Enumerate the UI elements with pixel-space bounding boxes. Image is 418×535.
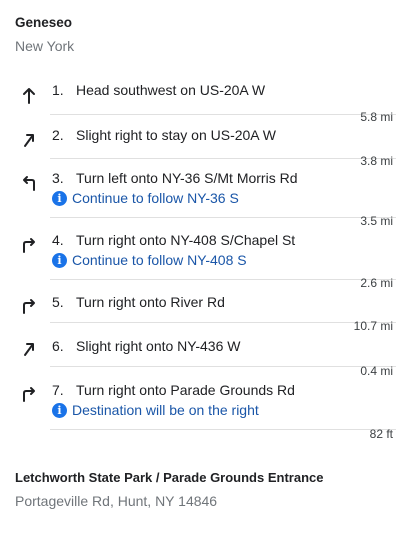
- direction-step[interactable]: 5. Turn right onto River Rd 10.7 mi: [0, 292, 418, 338]
- step-instruction: 4. Turn right onto NY-408 S/Chapel St: [52, 230, 398, 250]
- turn-right-icon: [18, 234, 40, 256]
- step-note-text: Destination will be on the right: [72, 402, 259, 418]
- origin-region: New York: [15, 38, 75, 54]
- direction-step[interactable]: 3. Turn left onto NY-36 S/Mt Morris Rd iC…: [0, 168, 418, 230]
- turn-right-icon: [18, 295, 40, 317]
- direction-step[interactable]: 7. Turn right onto Parade Grounds Rd i Des…: [0, 380, 418, 442]
- step-divider: [50, 366, 396, 367]
- step-divider: [50, 217, 396, 218]
- step-instruction-text: Turn right onto NY-408 S/Chapel St: [76, 232, 296, 248]
- arrow-up-icon: [18, 85, 40, 107]
- step-number: 3.: [52, 170, 64, 186]
- turn-left-icon: [18, 172, 40, 194]
- step-instruction-text: Slight right to stay on US-20A W: [76, 127, 276, 143]
- step-number: 1.: [52, 82, 64, 98]
- step-distance: 3.5 mi: [360, 214, 393, 228]
- destination-address: Portageville Rd, Hunt, NY 14846: [15, 493, 218, 509]
- info-icon: i: [52, 402, 67, 418]
- info-icon: i: [52, 190, 67, 206]
- step-distance: 3.8 mi: [360, 154, 393, 168]
- step-instruction-text: Turn right onto Parade Grounds Rd: [76, 382, 295, 398]
- step-instruction: 3. Turn left onto NY-36 S/Mt Morris Rd: [52, 168, 398, 188]
- destination-name: Letchworth State Park / Parade Grounds E…: [15, 470, 324, 485]
- step-number: 6.: [52, 338, 64, 354]
- step-divider: [50, 429, 396, 430]
- step-instruction: 2. Slight right to stay on US-20A W: [52, 125, 398, 145]
- step-number: 4.: [52, 232, 64, 248]
- step-instruction: 1. Head southwest on US-20A W: [52, 80, 398, 100]
- step-instruction-text: Head southwest on US-20A W: [76, 82, 266, 98]
- step-distance: 2.6 mi: [360, 276, 393, 290]
- step-instruction: 7. Turn right onto Parade Grounds Rd: [52, 380, 398, 400]
- step-distance: 0.4 mi: [360, 364, 393, 378]
- step-distance: 10.7 mi: [353, 319, 393, 333]
- step-instruction: 5. Turn right onto River Rd: [52, 292, 398, 312]
- direction-step[interactable]: 2. Slight right to stay on US-20A W 3.8 m…: [0, 122, 418, 168]
- step-note: i Continue to follow NY-36 S: [52, 188, 239, 208]
- step-note-text: Continue to follow NY-408 S: [72, 252, 247, 268]
- step-divider: [50, 279, 396, 280]
- direction-step[interactable]: 6. Slight right onto NY-436 W 0.4 mi: [0, 336, 418, 380]
- step-divider: [50, 322, 396, 323]
- step-distance: 82 ft: [369, 427, 393, 441]
- direction-step[interactable]: 4. Turn right onto NY-408 S/Chapel St i Co…: [0, 230, 418, 292]
- step-number: 5.: [52, 294, 64, 310]
- step-note: i Destination will be on the right: [52, 400, 259, 420]
- direction-step[interactable]: 1. Head southwest on US-20A W 5.8 mi: [0, 76, 418, 124]
- step-number: 7.: [52, 382, 64, 398]
- step-instruction-text: Turn left onto NY-36 S/Mt Morris Rd: [76, 170, 298, 186]
- slight-right-icon: [18, 337, 40, 359]
- origin-name: Geneseo: [15, 15, 73, 30]
- step-instruction-text: Turn right onto River Rd: [76, 294, 225, 310]
- destination-footer: Letchworth State Park / Parade Grounds E…: [15, 469, 395, 511]
- step-instruction: 6. Slight right onto NY-436 W: [52, 336, 398, 356]
- step-divider: [50, 158, 396, 159]
- step-note-text: Continue to follow NY-36 S: [72, 190, 239, 206]
- origin-header: Geneseo New York: [15, 14, 395, 56]
- step-note: i Continue to follow NY-408 S: [52, 250, 247, 270]
- info-icon: i: [52, 252, 67, 268]
- step-number: 2.: [52, 127, 64, 143]
- step-divider: [50, 114, 396, 115]
- slight-right-icon: [18, 128, 40, 150]
- step-instruction-text: Slight right onto NY-436 W: [76, 338, 241, 354]
- turn-right-icon: [18, 383, 40, 405]
